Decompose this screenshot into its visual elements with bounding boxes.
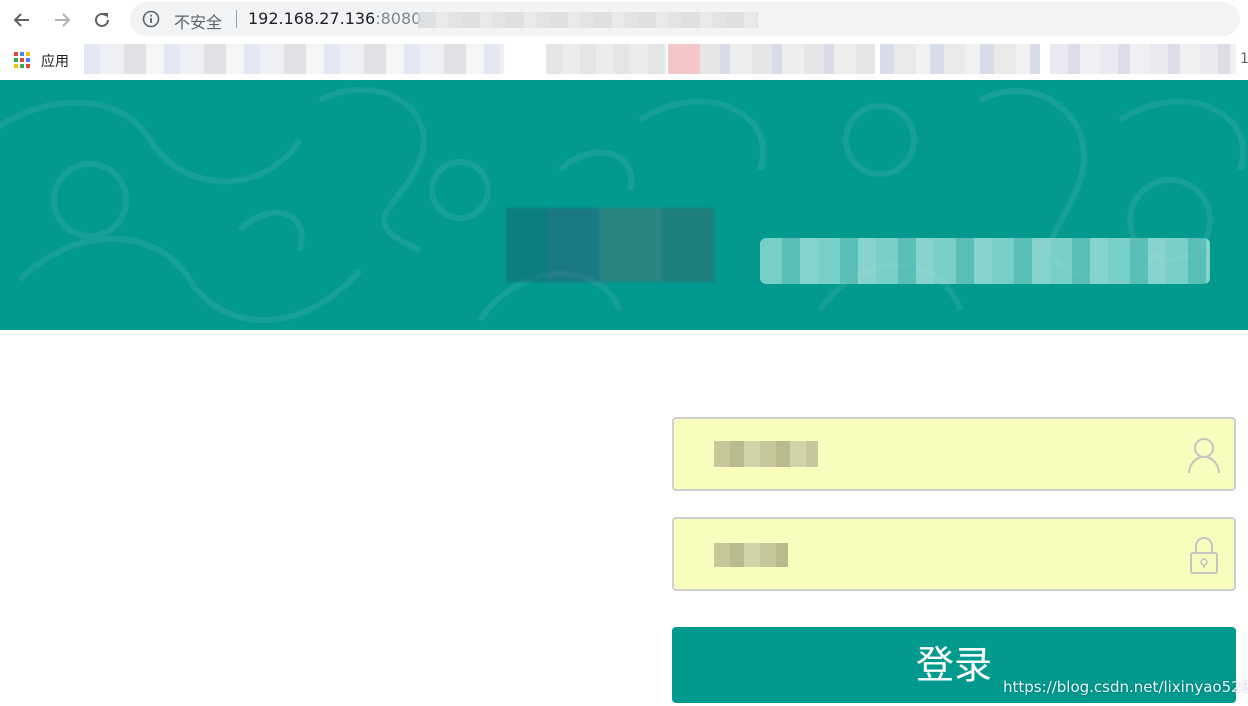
bookmark-item-redacted[interactable]	[546, 44, 666, 74]
reload-button[interactable]	[88, 6, 116, 34]
reload-icon	[95, 12, 109, 27]
password-value-redacted[interactable]	[714, 543, 788, 567]
watermark-text: https://blog.csdn.net/lixinyao5281	[1003, 678, 1248, 696]
header-banner	[0, 80, 1248, 330]
site-logo-redacted	[506, 208, 714, 282]
bookmark-item-redacted[interactable]	[84, 44, 504, 74]
url-host: 192.168.27.136	[248, 9, 376, 28]
bookmark-item-redacted[interactable]	[668, 44, 700, 74]
arrow-right-icon	[55, 13, 71, 27]
security-label[interactable]: 不安全	[174, 9, 222, 33]
bookmark-item-redacted[interactable]	[700, 44, 875, 74]
lock-icon	[1190, 537, 1218, 574]
site-title-redacted	[760, 238, 1210, 284]
apps-grid-icon[interactable]	[14, 52, 30, 68]
url-port: :8080	[375, 9, 422, 28]
info-icon[interactable]	[142, 10, 160, 28]
bookmark-item-redacted[interactable]	[1050, 44, 1236, 74]
username-value-redacted[interactable]	[714, 441, 818, 467]
address-bar[interactable]: 不安全 192.168.27.136:8080	[130, 2, 1240, 36]
bookmark-overflow[interactable]: 1	[1240, 51, 1248, 67]
floral-pattern	[0, 86, 1246, 323]
arrow-left-icon	[13, 13, 29, 27]
password-field[interactable]	[672, 517, 1236, 591]
username-field[interactable]	[672, 417, 1236, 491]
omnibox-divider	[236, 10, 237, 28]
url-path-redacted	[418, 12, 758, 28]
apps-bookmark-label[interactable]: 应用	[41, 51, 69, 71]
url-text[interactable]: 192.168.27.136:8080	[248, 9, 421, 28]
bookmark-item-redacted[interactable]	[880, 44, 1040, 74]
forward-button[interactable]	[48, 6, 76, 34]
user-icon	[1188, 438, 1220, 474]
browser-toolbar: 不安全 192.168.27.136:8080	[0, 0, 1248, 40]
bookmarks-bar: 应用 1	[0, 40, 1248, 80]
back-button[interactable]	[8, 6, 36, 34]
